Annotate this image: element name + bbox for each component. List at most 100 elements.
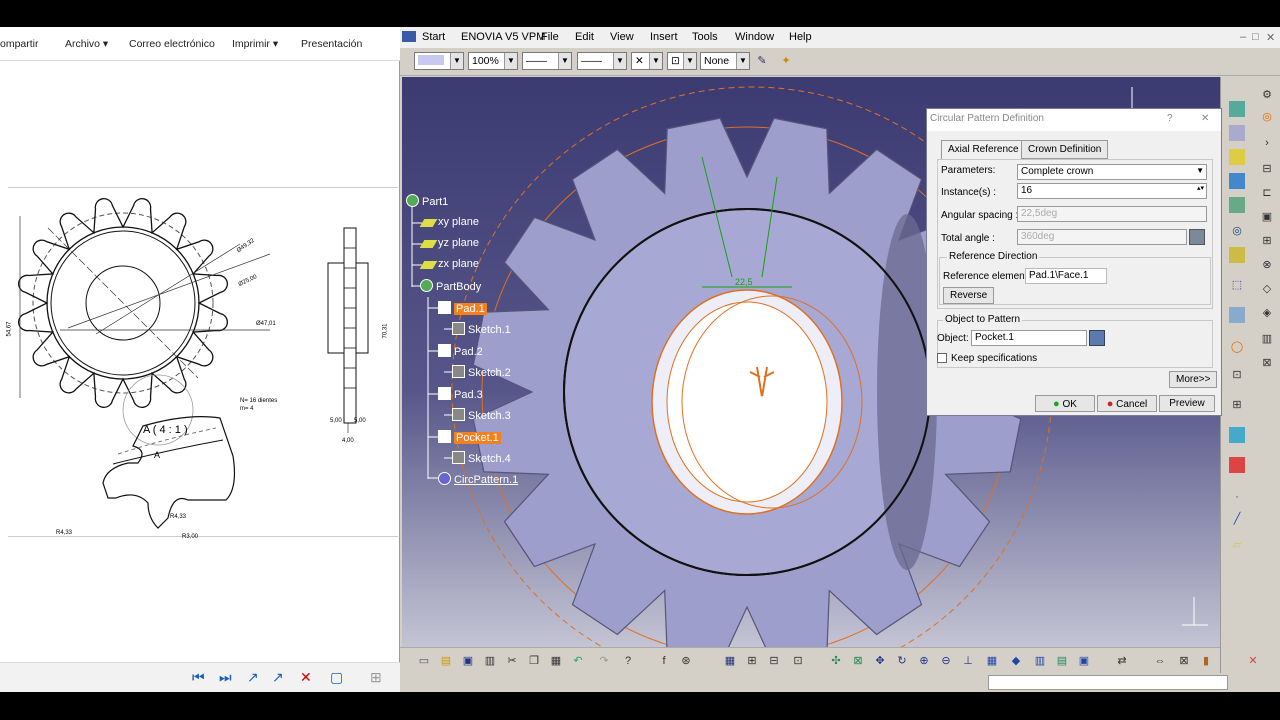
tree-pad1[interactable]: Pad.1	[438, 301, 487, 315]
tree-sketch2[interactable]: Sketch.2	[452, 365, 511, 379]
draft-icon[interactable]: ⊡	[1229, 367, 1245, 383]
chevron-right-icon[interactable]: ›	[1259, 135, 1275, 151]
minimize-button[interactable]: –	[1240, 31, 1246, 43]
pad-icon[interactable]	[1229, 101, 1245, 117]
point-combo[interactable]: ✕ ▼	[631, 52, 663, 70]
swap-icon[interactable]: ▤	[1054, 653, 1070, 669]
menu-edit[interactable]: Edit	[575, 31, 594, 43]
menu-enovia[interactable]: ENOVIA V5 VPM	[461, 31, 545, 43]
groove-icon[interactable]	[1229, 173, 1245, 189]
mirror-icon[interactable]: ◇	[1259, 281, 1275, 297]
plane-icon[interactable]: ▱	[1229, 537, 1245, 553]
close-surface-icon[interactable]: ⊠	[1259, 355, 1275, 371]
normal-view-icon[interactable]: ⊥	[960, 653, 976, 669]
line-icon[interactable]: ╱	[1229, 511, 1245, 527]
linetype-combo[interactable]: —— ▼	[522, 52, 572, 70]
tab-axial-reference[interactable]: Axial Reference	[941, 140, 1026, 160]
keep-spec-checkbox[interactable]	[937, 353, 947, 363]
preview-button[interactable]: Preview	[1159, 395, 1215, 412]
menu-tools[interactable]: Tools	[692, 31, 718, 43]
solid-combine-icon[interactable]: ▣	[1259, 209, 1275, 225]
remove-face-icon[interactable]	[1229, 457, 1245, 473]
new-icon[interactable]: ▭	[416, 653, 432, 669]
rotate-icon[interactable]: ⊗	[1259, 257, 1275, 273]
tree-pad2[interactable]: Pad.2	[438, 344, 483, 358]
shading-icon[interactable]: ◆	[1008, 653, 1024, 669]
parameters-select[interactable]: Complete crown ▼	[1017, 164, 1207, 180]
none-combo[interactable]: None ▼	[700, 52, 750, 70]
whats-this-icon[interactable]: ?	[620, 653, 636, 669]
object-select-icon[interactable]	[1089, 330, 1105, 346]
spacing-input[interactable]: 22,5deg	[1017, 206, 1207, 222]
ok-button[interactable]: ● OK	[1035, 395, 1095, 412]
copy-icon[interactable]: ❐	[526, 653, 542, 669]
table-icon[interactable]: ▦	[722, 653, 738, 669]
menu-correo[interactable]: Correo electrónico	[129, 38, 215, 50]
formula-edit-icon[interactable]	[1189, 229, 1205, 245]
assembly-icon[interactable]: ⇔	[1152, 653, 1168, 669]
measure-icon[interactable]: ◎	[1259, 109, 1275, 125]
shell-icon[interactable]: ⊞	[1229, 397, 1245, 413]
tree-zx-plane[interactable]: zx plane	[419, 258, 479, 270]
chamfer-icon[interactable]: ◯	[1229, 339, 1245, 355]
color-combo[interactable]: ▼	[414, 52, 464, 70]
menu-imprimir[interactable]: Imprimir ▾	[232, 38, 278, 50]
scale-icon[interactable]: ▥	[1259, 331, 1275, 347]
tree-sketch3[interactable]: Sketch.3	[452, 408, 511, 422]
menu-help[interactable]: Help	[789, 31, 812, 43]
instances-input[interactable]: 16 ▴▾	[1017, 183, 1207, 199]
tree-yz-plane[interactable]: yz plane	[419, 237, 479, 249]
close-icon[interactable]: ✕	[300, 669, 312, 686]
split-icon[interactable]: ⊟	[1259, 161, 1275, 177]
tree-sketch1[interactable]: Sketch.1	[452, 322, 511, 336]
reverse-button[interactable]: Reverse	[943, 287, 995, 304]
close-button[interactable]: ✕	[1266, 31, 1275, 44]
total-angle-input[interactable]: 360deg	[1017, 229, 1187, 245]
command-input[interactable]	[988, 675, 1228, 690]
collapse-icon[interactable]: ↗	[272, 669, 284, 686]
menu-start[interactable]: Start	[422, 31, 445, 43]
help-icon[interactable]: ?	[1167, 113, 1173, 124]
open-icon[interactable]: ▤	[438, 653, 454, 669]
fit-all-icon[interactable]: ⊠	[850, 653, 866, 669]
lineweight-combo[interactable]: —— ▼	[577, 52, 627, 70]
rotate-view-icon[interactable]: ↻	[894, 653, 910, 669]
cancel-button[interactable]: ● Cancel	[1097, 395, 1157, 412]
tree-pocket1[interactable]: Pocket.1	[438, 430, 501, 444]
tree-circpattern1[interactable]: CircPattern.1	[438, 472, 518, 486]
tree-sketch4[interactable]: Sketch.4	[452, 451, 511, 465]
tab-crown-definition[interactable]: Crown Definition	[1021, 140, 1109, 159]
knowledge-icon[interactable]: ⊛	[678, 653, 694, 669]
fillet-icon[interactable]	[1229, 307, 1245, 323]
rib-icon[interactable]: ◎	[1229, 223, 1245, 239]
analysis-icon[interactable]: ⊟	[766, 653, 782, 669]
menu-archivo[interactable]: Archivo ▾	[65, 38, 108, 50]
properties-icon[interactable]: ✦	[778, 53, 794, 69]
zoom-combo[interactable]: 100% ▼	[468, 52, 518, 70]
translate-icon[interactable]: ⊞	[1259, 233, 1275, 249]
redo-icon[interactable]: ↷	[596, 653, 612, 669]
tree-pad3[interactable]: Pad.3	[438, 387, 483, 401]
layer-combo[interactable]: ⊡ ▼	[667, 52, 697, 70]
formula-icon[interactable]: f	[656, 653, 672, 669]
thread-icon[interactable]	[1229, 427, 1245, 443]
menu-window[interactable]: Window	[735, 31, 774, 43]
tree-xy-plane[interactable]: xy plane	[419, 216, 479, 228]
zoom-out-icon[interactable]: ⊖	[938, 653, 954, 669]
catalog-icon[interactable]: ⊞	[744, 653, 760, 669]
more-button[interactable]: More>>	[1169, 371, 1218, 388]
fly-mode-icon[interactable]: ✣	[828, 653, 844, 669]
pocket-icon[interactable]	[1229, 125, 1245, 141]
object-input[interactable]: Pocket.1	[971, 330, 1087, 346]
menu-insert[interactable]: Insert	[650, 31, 678, 43]
dialog-close-icon[interactable]: ✕	[1201, 113, 1209, 124]
undo-icon[interactable]: ↶	[570, 653, 586, 669]
pan-icon[interactable]: ✥	[872, 653, 888, 669]
loft-icon[interactable]: ⬚	[1229, 277, 1245, 293]
sketcher-icon[interactable]: ⊡	[790, 653, 806, 669]
render-icon[interactable]: ▣	[1076, 653, 1092, 669]
hide-show-icon[interactable]: ▥	[1032, 653, 1048, 669]
menu-compartir[interactable]: ompartir	[0, 38, 39, 50]
save-icon[interactable]: ▣	[460, 653, 476, 669]
last-page-icon[interactable]: ⏭	[219, 669, 232, 686]
